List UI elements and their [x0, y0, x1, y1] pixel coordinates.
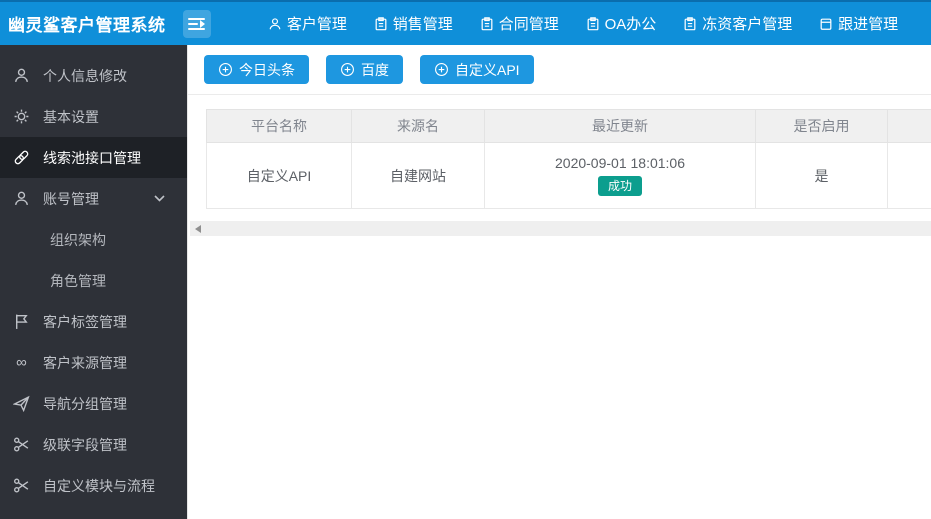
document-icon — [819, 17, 833, 31]
button-label: 今日头条 — [239, 61, 295, 78]
sidebar-item-label: 导航分组管理 — [43, 395, 127, 412]
api-sources-table: 平台名称 来源名 最近更新 是否启用 自定义API 自建网站 2020-09-0… — [206, 109, 931, 209]
nav-label: 客户管理 — [286, 16, 347, 33]
add-toutiao-button[interactable]: 今日头条 — [204, 55, 309, 84]
sidebar-item-label: 组织架构 — [50, 231, 106, 248]
column-header-actions — [887, 109, 931, 143]
scissors-icon — [13, 477, 30, 494]
paper-plane-icon — [13, 395, 30, 412]
clipboard-icon — [374, 16, 388, 31]
link-icon — [13, 149, 30, 166]
nav-label: 合同管理 — [498, 16, 559, 33]
gear-icon — [13, 108, 30, 125]
user-icon — [13, 67, 30, 84]
sidebar-item-account-management[interactable]: 账号管理 — [0, 178, 187, 219]
cell-actions — [887, 142, 931, 209]
app-title: 幽灵鲨客户管理系统 — [8, 16, 166, 35]
topbar: 幽灵鲨客户管理系统 客户管理 销售管理 合同管理 OA办公 冻资客户管理 跟进管… — [0, 0, 931, 45]
sidebar-item-personal-info[interactable]: 个人信息修改 — [0, 55, 187, 96]
sidebar-item-label: 个人信息修改 — [43, 67, 127, 84]
cell-source: 自建网站 — [351, 142, 485, 209]
toolbar: 今日头条 百度 自定义API — [188, 45, 931, 95]
chevron-down-icon — [154, 195, 165, 202]
main-content: 今日头条 百度 自定义API 平台名称 来源名 最近更新 是否启用 自定义API… — [187, 45, 931, 519]
column-header-last-update: 最近更新 — [484, 109, 756, 143]
column-header-source: 来源名 — [351, 109, 485, 143]
sidebar-item-cascade-fields[interactable]: 级联字段管理 — [0, 424, 187, 465]
sidebar-item-label: 基本设置 — [43, 108, 99, 125]
column-header-enabled: 是否启用 — [755, 109, 888, 143]
nav-sales-management[interactable]: 销售管理 — [374, 13, 453, 34]
sidebar-item-label: 角色管理 — [50, 272, 106, 289]
sidebar-item-label: 线索池接口管理 — [43, 149, 141, 166]
last-update-time: 2020-09-01 18:01:06 — [555, 155, 685, 171]
sidebar-item-lead-pool-api[interactable]: 线索池接口管理 — [0, 137, 187, 178]
plus-circle-icon — [218, 62, 233, 77]
user-icon — [13, 190, 30, 207]
add-custom-api-button[interactable]: 自定义API — [420, 55, 534, 84]
sidebar-item-role-management[interactable]: 角色管理 — [0, 260, 187, 301]
clipboard-icon — [683, 16, 697, 31]
sidebar-item-nav-groups[interactable]: 导航分组管理 — [0, 383, 187, 424]
table-header-row: 平台名称 来源名 最近更新 是否启用 — [206, 109, 931, 143]
sidebar-item-org-structure[interactable]: 组织架构 — [0, 219, 187, 260]
plus-circle-icon — [340, 62, 355, 77]
user-icon — [268, 17, 282, 31]
button-label: 自定义API — [455, 61, 520, 78]
scissors-icon — [13, 436, 30, 453]
table-row: 自定义API 自建网站 2020-09-01 18:01:06 成功 是 — [206, 142, 931, 209]
nav-followup-management[interactable]: 跟进管理 — [819, 13, 898, 34]
sidebar-item-label: 账号管理 — [43, 190, 99, 207]
nav-customer-management[interactable]: 客户管理 — [268, 13, 347, 34]
cell-last-update: 2020-09-01 18:01:06 成功 — [484, 142, 756, 209]
plus-circle-icon — [434, 62, 449, 77]
column-header-platform: 平台名称 — [206, 109, 352, 143]
nav-label: 跟进管理 — [838, 16, 899, 33]
nav-contract-management[interactable]: 合同管理 — [480, 13, 559, 34]
sidebar-item-label: 自定义模块与流程 — [43, 477, 155, 494]
sidebar-item-label: 客户标签管理 — [43, 313, 127, 330]
nav-label: 冻资客户管理 — [702, 16, 793, 33]
horizontal-scrollbar[interactable] — [190, 221, 931, 236]
clipboard-icon — [586, 16, 600, 31]
infinity-icon: ∞ — [16, 354, 27, 371]
sidebar-item-basic-settings[interactable]: 基本设置 — [0, 96, 187, 137]
sidebar: 个人信息修改 基本设置 线索池接口管理 账号管理 组织架构 角色管理 客户标签管… — [0, 45, 187, 519]
sidebar-item-customer-tags[interactable]: 客户标签管理 — [0, 301, 187, 342]
nav-label: 销售管理 — [392, 16, 453, 33]
sidebar-item-label: 客户来源管理 — [43, 354, 127, 371]
nav-label: OA办公 — [604, 16, 657, 33]
menu-collapse-button[interactable] — [183, 9, 211, 38]
top-navigation: 客户管理 销售管理 合同管理 OA办公 冻资客户管理 跟进管理 — [211, 13, 931, 34]
nav-oa-office[interactable]: OA办公 — [586, 13, 657, 34]
add-baidu-button[interactable]: 百度 — [326, 55, 403, 84]
cell-enabled: 是 — [755, 142, 888, 209]
nav-frozen-customer-management[interactable]: 冻资客户管理 — [683, 13, 792, 34]
flag-icon — [13, 313, 30, 330]
sidebar-item-custom-modules[interactable]: 自定义模块与流程 — [0, 465, 187, 506]
cell-platform: 自定义API — [206, 142, 352, 209]
scroll-left-arrow-icon[interactable] — [195, 224, 201, 233]
clipboard-icon — [480, 16, 494, 31]
sidebar-item-label: 级联字段管理 — [43, 436, 127, 453]
sidebar-item-customer-sources[interactable]: ∞ 客户来源管理 — [0, 342, 187, 383]
button-label: 百度 — [361, 61, 389, 78]
status-badge: 成功 — [597, 176, 642, 196]
